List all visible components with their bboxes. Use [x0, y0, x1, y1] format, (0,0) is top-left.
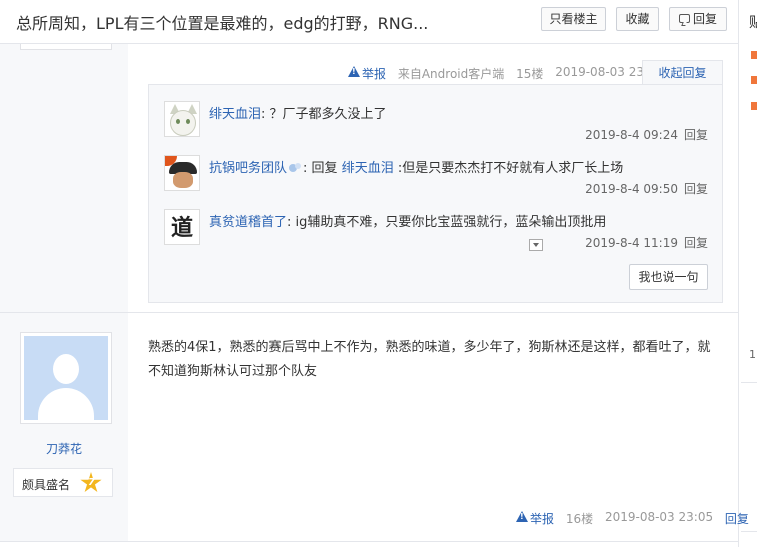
floor15-author-column	[0, 44, 128, 312]
sub-reply-text: 抗锅吧务团队: 回复 绯天血泪 :但是只要杰杰打不好就有人求厂长上场	[209, 157, 623, 176]
sub-reply-content: ？厂子都多久没上了	[269, 107, 387, 122]
only-op-button[interactable]: 只看楼主	[541, 7, 606, 31]
sub-reply-username[interactable]: 抗锅吧务团队	[209, 161, 287, 176]
sub-reply-username[interactable]: 真贫道稽首了	[209, 215, 287, 230]
floor15-author-box-bottom	[20, 44, 112, 50]
sidebar-divider-line	[741, 531, 757, 532]
sub-reply-username[interactable]: 绯天血泪	[209, 107, 261, 122]
report-link[interactable]: 举报	[348, 65, 386, 82]
sub-reply-text: 真贫道稽首了: ig辅助真不难，只要你比宝蓝强就行，蓝朵输出顶批用	[209, 211, 606, 230]
separator: :	[287, 215, 292, 230]
sub-reply-meta: 2019-8-4 11:19 回复	[585, 234, 708, 251]
reply-word: 回复	[311, 161, 338, 176]
reply-icon	[679, 14, 690, 23]
floor15-tail: 举报 来自Android客户端 15楼 2019-08-03 23:04	[348, 65, 663, 81]
floor-divider	[0, 541, 738, 542]
sub-reply-item: 绯天血泪: ？厂子都多久没上了 2019-8-4 09:24 回复	[149, 85, 724, 142]
report-label: 举报	[362, 67, 387, 81]
add-comment-button[interactable]: 我也说一句	[629, 264, 708, 290]
separator: :	[261, 107, 266, 122]
report-label: 举报	[530, 512, 555, 526]
level-title: 颇具盛名	[22, 478, 71, 492]
reply-button-label: 回复	[692, 12, 717, 26]
collapse-replies-button[interactable]: 收起回复	[642, 60, 723, 85]
sub-reply-text: 绯天血泪: ？厂子都多久没上了	[209, 103, 387, 122]
thread-header: 总所周知，LPL有三个位置是最难的，edg的打野，RNG... 只看楼主 收藏 …	[0, 0, 738, 44]
reply-target-username[interactable]: 绯天血泪	[342, 161, 394, 176]
warning-icon	[516, 511, 528, 523]
level-badge[interactable]: 颇具盛名 7	[13, 468, 113, 497]
user-avatar[interactable]: 道	[164, 209, 200, 245]
sub-reply-reply-link[interactable]: 回复	[684, 236, 708, 250]
level-number: 7	[88, 477, 95, 488]
sidebar-rank-dot	[751, 51, 757, 59]
author-name[interactable]: 刀莽花	[0, 440, 128, 457]
sidebar-rank-dot	[751, 102, 757, 110]
sub-reply-time: 2019-8-4 11:19	[585, 236, 678, 250]
warning-icon	[348, 66, 360, 78]
thread-title: 总所周知，LPL有三个位置是最难的，edg的打野，RNG...	[16, 14, 429, 33]
sub-reply-content: :但是只要杰杰打不好就有人求厂长上场	[397, 161, 624, 176]
post-content: 熟悉的4保1，熟悉的赛后骂中上不作为，熟悉的味道，多少年了，狗斯林还是这样，都看…	[148, 340, 711, 379]
sub-reply-item: 抗锅吧务团队: 回复 绯天血泪 :但是只要杰杰打不好就有人求厂长上场 2019-…	[149, 139, 724, 251]
report-link[interactable]: 举报	[516, 510, 554, 527]
sidebar-divider	[738, 0, 739, 547]
sidebar-divider-line	[741, 382, 757, 383]
floor-number: 16楼	[565, 512, 594, 526]
sidebar-number: 1	[749, 348, 756, 361]
sub-reply-content: ig辅助真不难，只要你比宝蓝强就行，蓝朵输出顶批用	[295, 215, 607, 230]
user-avatar[interactable]	[164, 101, 200, 137]
sidebar-heading: 贴	[749, 15, 757, 31]
post-reply-link[interactable]: 回复	[725, 510, 749, 527]
favorite-button[interactable]: 收藏	[616, 7, 659, 31]
post-time: 2019-08-03 23:05	[604, 510, 714, 524]
reply-button[interactable]: 回复	[669, 7, 727, 31]
member-badge-icon	[289, 163, 303, 173]
floor-number: 15楼	[516, 67, 544, 81]
user-avatar[interactable]	[164, 155, 200, 191]
sub-reply-box: 绯天血泪: ？厂子都多久没上了 2019-8-4 09:24 回复 抗锅吧务团队:…	[148, 84, 723, 303]
author-avatar[interactable]	[20, 332, 112, 424]
client-source: 来自Android客户端	[397, 67, 505, 81]
floor16-tail: 举报 16楼 2019-08-03 23:05 回复	[516, 510, 749, 526]
sub-reply-item: 道 真贫道稽首了: ig辅助真不难，只要你比宝蓝强就行，蓝朵输出顶批用 2019…	[149, 193, 724, 250]
separator: :	[303, 161, 308, 176]
sidebar-rank-dot	[751, 76, 757, 84]
